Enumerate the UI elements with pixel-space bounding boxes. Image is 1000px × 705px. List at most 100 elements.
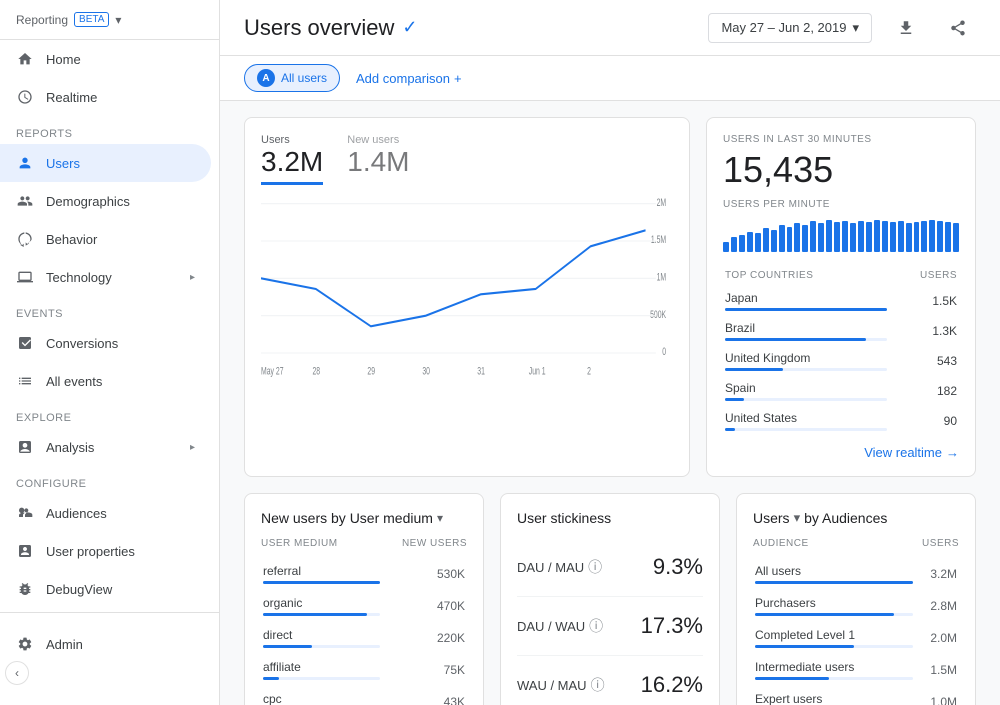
sidebar-item-conversions-label: Conversions <box>46 336 118 351</box>
audiences-table: All users 3.2M Purchasers 2.8M Completed… <box>753 557 959 705</box>
svg-text:Jun 1: Jun 1 <box>529 365 546 377</box>
person-icon <box>16 154 34 172</box>
stickiness-items: DAU / MAU ⓘ 9.3% DAU / WAU ⓘ 17.3% WAU /… <box>517 538 703 705</box>
user-medium-col-label: USER MEDIUM <box>261 538 338 549</box>
mini-bar <box>906 223 912 252</box>
sidebar-item-userproperties[interactable]: User properties <box>0 532 211 570</box>
sidebar-item-conversions[interactable]: Conversions <box>0 324 211 362</box>
stickiness-item: DAU / WAU ⓘ 17.3% <box>517 597 703 656</box>
info-icon[interactable]: ⓘ <box>589 616 603 636</box>
new-users-row: referral 530K <box>263 559 465 589</box>
page-title: Users overview <box>244 15 394 41</box>
admin-label: Admin <box>46 637 83 652</box>
medium-name: direct <box>263 623 380 653</box>
mini-bar <box>779 225 785 252</box>
top-cards-row: Users 3.2M New users 1.4M 2M 1.5M <box>244 117 976 477</box>
sidebar-item-users[interactable]: Users <box>0 144 211 182</box>
country-name: United Kingdom <box>725 347 887 375</box>
sidebar-item-analysis[interactable]: Analysis ▸ <box>0 428 211 466</box>
content-area: Users 3.2M New users 1.4M 2M 1.5M <box>220 101 1000 705</box>
date-picker[interactable]: May 27 – Jun 2, 2019 ▾ <box>708 13 872 43</box>
svg-text:May 27: May 27 <box>261 365 284 377</box>
sidebar-item-allevents-label: All events <box>46 374 102 389</box>
stickiness-value: 9.3% <box>653 554 703 580</box>
info-icon[interactable]: ⓘ <box>591 675 605 695</box>
all-users-label: All users <box>281 71 327 85</box>
mini-bar <box>929 220 935 252</box>
mini-bar <box>834 222 840 252</box>
sidebar-item-home[interactable]: Home <box>0 40 211 78</box>
realtime-icon <box>16 88 34 106</box>
sidebar-item-admin[interactable]: Admin <box>0 625 211 663</box>
users-metric[interactable]: Users 3.2M <box>261 134 323 185</box>
audience-value: 1.5M <box>915 655 957 685</box>
sidebar-item-debugview[interactable]: DebugView <box>0 570 211 608</box>
new-users-row: affiliate 75K <box>263 655 465 685</box>
svg-text:1M: 1M <box>657 271 667 283</box>
countries-col-header: TOP COUNTRIES <box>725 266 887 285</box>
sidebar-item-userproperties-label: User properties <box>46 544 135 559</box>
stickiness-item: WAU / MAU ⓘ 16.2% <box>517 656 703 705</box>
medium-value: 75K <box>382 655 465 685</box>
audience-value: 2.0M <box>915 623 957 653</box>
users-chart-svg: 2M 1.5M 1M 500K 0 May 2 <box>261 193 673 385</box>
export-button[interactable] <box>888 10 924 46</box>
view-realtime-link[interactable]: View realtime → <box>723 445 959 460</box>
stickiness-card: User stickiness DAU / MAU ⓘ 9.3% DAU / W… <box>500 493 720 705</box>
sidebar-item-allevents[interactable]: All events <box>0 362 211 400</box>
audience-row: Purchasers 2.8M <box>755 591 957 621</box>
date-picker-arrow-icon: ▾ <box>852 20 859 36</box>
audience-name: Expert users <box>755 687 913 705</box>
stickiness-item: DAU / MAU ⓘ 9.3% <box>517 538 703 597</box>
sidebar-item-home-label: Home <box>46 52 81 67</box>
all-users-filter[interactable]: A All users <box>244 64 340 92</box>
mini-bar <box>763 228 769 252</box>
sidebar: Reporting BETA ▾ Home Realtime REPORTS U… <box>0 0 220 705</box>
page-title-area: Users overview ✓ <box>244 15 417 41</box>
country-row: United Kingdom 543 <box>725 347 957 375</box>
top-bar-actions: May 27 – Jun 2, 2019 ▾ <box>708 10 976 46</box>
mini-bar <box>914 222 920 252</box>
sidebar-item-realtime[interactable]: Realtime <box>0 78 211 116</box>
mini-bar <box>874 220 880 252</box>
new-users-metric[interactable]: New users 1.4M <box>347 134 409 185</box>
sidebar-item-demographics[interactable]: Demographics <box>0 182 211 220</box>
country-value: 1.3K <box>889 317 957 345</box>
audience-value: 3.2M <box>915 559 957 589</box>
reporting-label: Reporting <box>16 13 68 27</box>
new-users-card-title: New users by User medium ▾ <box>261 510 467 526</box>
audience-name: Purchasers <box>755 591 913 621</box>
users-chart: 2M 1.5M 1M 500K 0 May 2 <box>245 193 689 393</box>
stickiness-card-title: User stickiness <box>517 510 703 526</box>
mini-bar <box>898 221 904 252</box>
filter-bar: A All users Add comparison + <box>220 56 1000 101</box>
add-comparison-label: Add comparison <box>356 71 450 86</box>
country-value: 90 <box>889 407 957 435</box>
sidebar-item-technology[interactable]: Technology ▸ <box>0 258 211 296</box>
country-row: Spain 182 <box>725 377 957 405</box>
mini-bar <box>858 221 864 252</box>
info-icon[interactable]: ⓘ <box>588 557 602 577</box>
mini-bar <box>771 230 777 252</box>
mini-bar <box>739 235 745 252</box>
analysis-icon <box>16 438 34 456</box>
new-users-dropdown-icon[interactable]: ▾ <box>437 511 443 525</box>
mini-bar <box>890 222 896 252</box>
medium-value: 530K <box>382 559 465 589</box>
dropdown-arrow-icon[interactable]: ▾ <box>115 13 121 27</box>
country-name: Brazil <box>725 317 887 345</box>
allevents-icon <box>16 372 34 390</box>
add-comparison-button[interactable]: Add comparison + <box>348 67 470 90</box>
share-button[interactable] <box>940 10 976 46</box>
svg-text:500K: 500K <box>650 308 666 320</box>
sidebar-item-debugview-label: DebugView <box>46 582 112 597</box>
users-label: Users <box>261 134 323 146</box>
svg-text:30: 30 <box>422 365 430 377</box>
users-per-minute-label: USERS PER MINUTE <box>723 199 959 210</box>
realtime-count: 15,435 <box>723 149 959 191</box>
sidebar-item-audiences[interactable]: Audiences <box>0 494 211 532</box>
sidebar-item-behavior[interactable]: Behavior <box>0 220 211 258</box>
mini-bar <box>937 221 943 252</box>
mini-bar <box>755 233 761 252</box>
sidebar-collapse-button[interactable]: ‹ <box>5 661 29 685</box>
